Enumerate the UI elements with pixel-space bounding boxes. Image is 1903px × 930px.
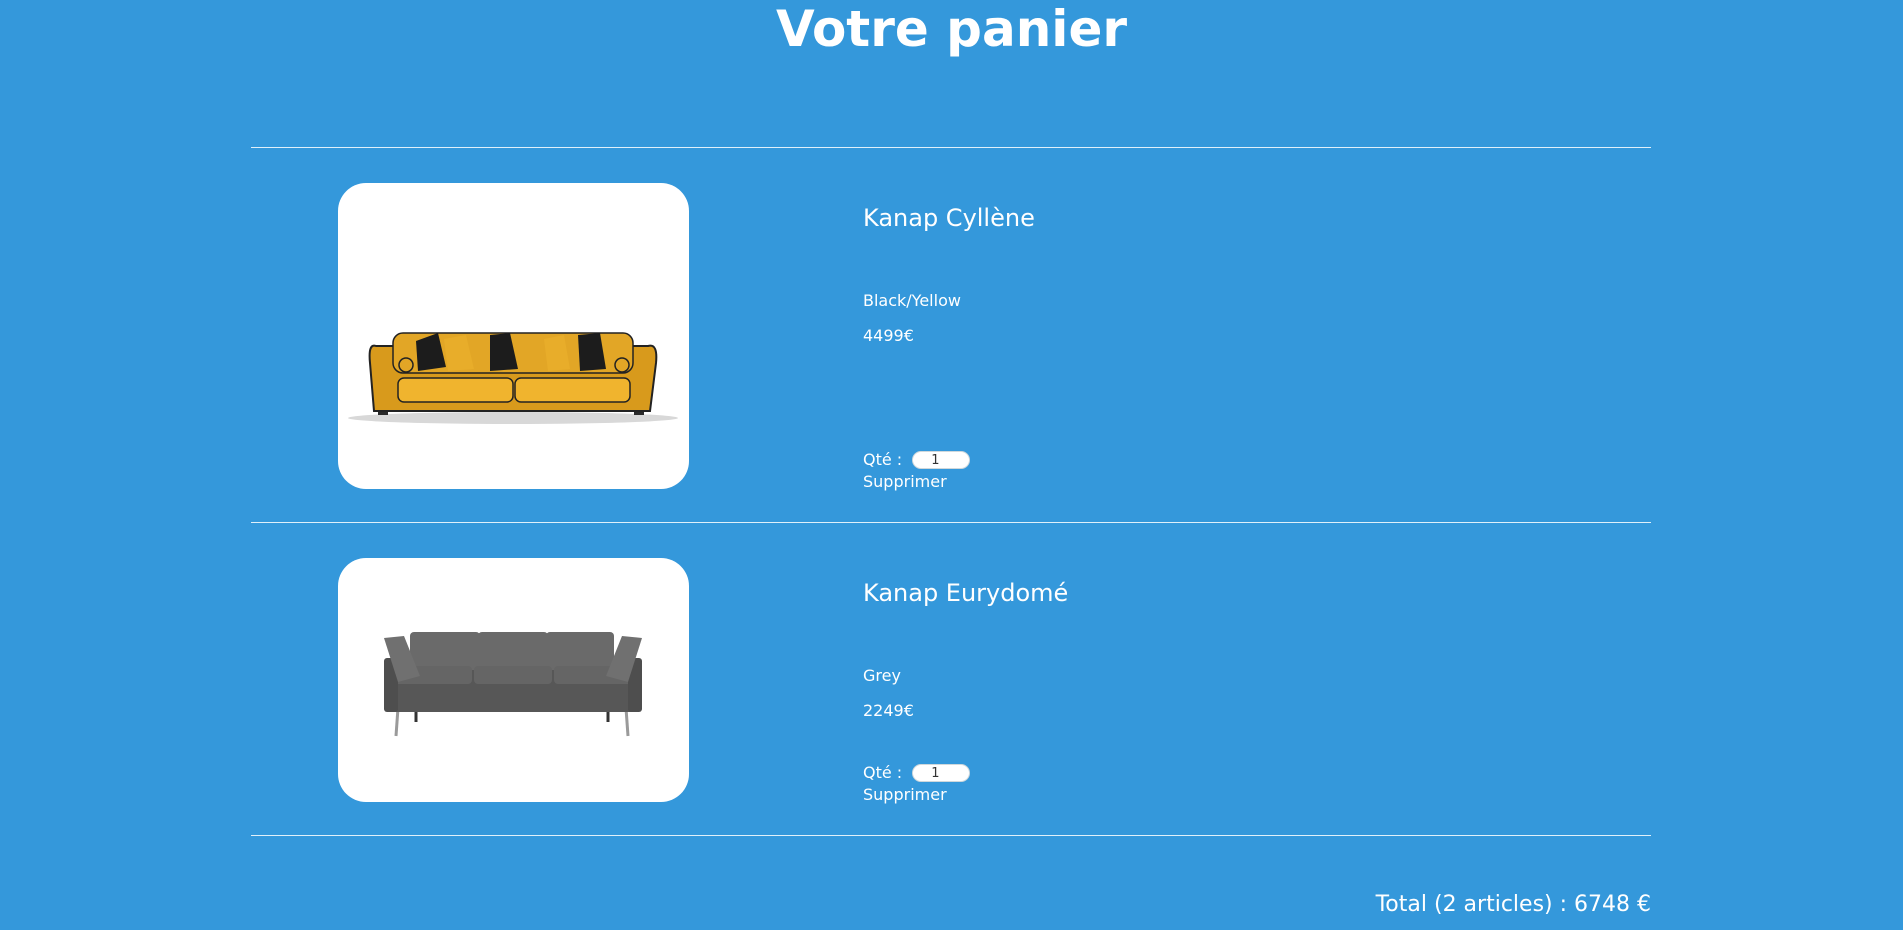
product-image (338, 558, 689, 802)
quantity-input[interactable] (912, 451, 971, 469)
quantity-label: Qté : (863, 763, 903, 782)
product-name: Kanap Eurydomé (863, 579, 1069, 607)
quantity-label: Qté : (863, 450, 903, 469)
quantity-row: Qté : (863, 450, 971, 470)
cart-total: Total (2 articles) : 6748 € (1375, 892, 1651, 917)
product-price: 2249€ (863, 701, 914, 720)
page-title: Votre panier (775, 0, 1128, 58)
product-image (338, 183, 689, 489)
quantity-row: Qté : (863, 763, 971, 783)
delete-button[interactable]: Supprimer (863, 785, 947, 805)
yellow-sofa-image (348, 332, 678, 424)
product-price: 4499€ (863, 326, 914, 345)
cart-item: Kanap Eurydomé Grey 2249€ Qté : Supprime… (251, 523, 1651, 835)
divider (251, 835, 1651, 836)
product-color: Grey (863, 666, 901, 685)
product-name: Kanap Cyllène (863, 204, 1035, 232)
delete-button[interactable]: Supprimer (863, 472, 947, 492)
cart-item: Kanap Cyllène Black/Yellow 4499€ Qté : S… (251, 148, 1651, 522)
product-color: Black/Yellow (863, 291, 961, 310)
quantity-input[interactable] (912, 764, 971, 782)
grey-sofa-image (384, 632, 642, 737)
